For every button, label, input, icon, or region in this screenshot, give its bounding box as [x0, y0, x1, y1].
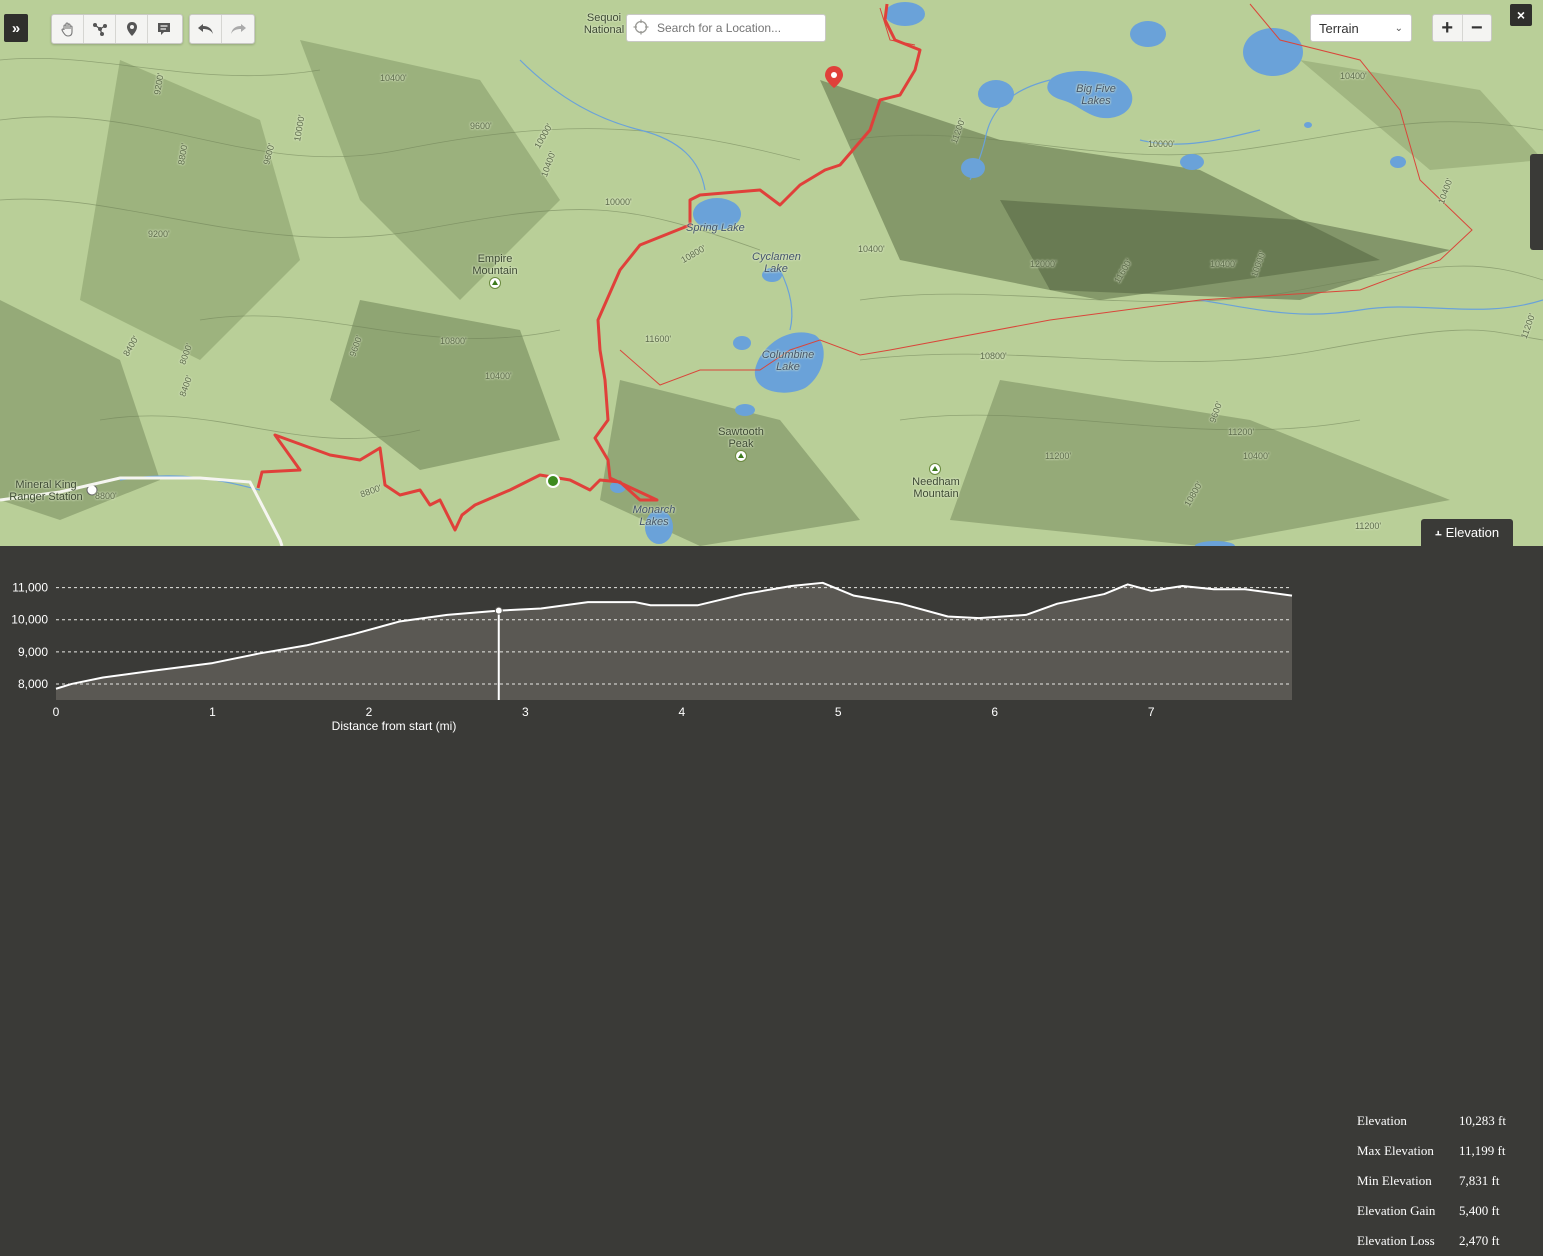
map-label-cyclamen-lake: Cyclamen Lake [752, 251, 801, 275]
x-tick-label: 2 [366, 705, 373, 719]
comment-tool-button[interactable] [148, 15, 180, 43]
stat-label: Elevation Loss [1357, 1233, 1435, 1248]
double-chevron-right-icon: » [11, 19, 21, 37]
chevron-down-icon: ⌄ [1394, 22, 1403, 34]
stat-elevation-loss: Elevation Loss 2,470 ft [1357, 1226, 1527, 1256]
map-label-empire-mountain: Empire Mountain [472, 253, 518, 277]
x-tick-label: 5 [835, 705, 842, 719]
y-tick-label: 9,000 [18, 645, 48, 659]
contour-elevation-label: 10800' [980, 351, 1007, 361]
search-input[interactable] [655, 20, 819, 36]
stat-label: Elevation [1357, 1113, 1407, 1128]
map-label-sawtooth-peak: Sawtooth Peak [718, 426, 764, 450]
undo-button[interactable] [190, 15, 222, 43]
peak-icon-empire [489, 277, 501, 289]
y-tick-label: 10,000 [11, 613, 48, 627]
elevation-toggle-tab[interactable]: ⫠ Elevation [1421, 519, 1513, 546]
contour-elevation-label: 9600' [470, 121, 492, 131]
crosshair-icon[interactable] [627, 19, 655, 38]
stat-max-elevation: Max Elevation 11,199 ft [1357, 1136, 1527, 1166]
marker-pin-icon [126, 22, 137, 36]
draw-tools-group [51, 14, 183, 44]
peak-icon-sawtooth [735, 450, 747, 462]
y-tick-label: 8,000 [18, 677, 48, 691]
contour-elevation-label: 10000' [1148, 139, 1175, 149]
contour-elevation-label: 10400' [1210, 259, 1237, 269]
expand-sidebar-button[interactable]: » [4, 14, 28, 42]
map-label-mineral-king: Mineral King Ranger Station [9, 479, 83, 503]
x-tick-label: 1 [209, 705, 216, 719]
terrain-map[interactable]: Sequoi National Spring Lake Cyclamen Lak… [0, 0, 1543, 546]
close-button[interactable]: × [1510, 4, 1532, 26]
contour-elevation-label: 10400' [1243, 451, 1270, 461]
stat-min-elevation: Min Elevation 7,831 ft [1357, 1166, 1527, 1196]
zoom-out-button[interactable]: − [1463, 15, 1492, 41]
stat-label: Max Elevation [1357, 1143, 1434, 1158]
x-tick-label: 6 [991, 705, 998, 719]
elevation-profile-chart[interactable]: 8,000 9,000 10,000 11,000 0 1 2 3 4 5 6 7 Distance f… [0, 546, 1320, 747]
contour-elevation-label: 10400' [485, 371, 512, 381]
x-axis-label: Distance from start (mi) [332, 719, 457, 733]
x-tick-label: 3 [522, 705, 529, 719]
zoom-control: + − [1432, 14, 1492, 42]
map-layer-select[interactable]: Terrain ⌄ [1310, 14, 1412, 42]
stat-value: 2,470 ft [1459, 1233, 1500, 1248]
location-search [626, 14, 826, 42]
route-tool-button[interactable] [84, 15, 116, 43]
map-layer-value: Terrain [1319, 20, 1359, 36]
contour-elevation-label: 10800' [440, 336, 467, 346]
stat-label: Elevation Gain [1357, 1203, 1436, 1218]
map-label-big-five-lakes: Big Five Lakes [1076, 83, 1116, 107]
contour-elevation-label: 10400' [1340, 71, 1367, 81]
x-tick-label: 0 [53, 705, 60, 719]
stat-value: 7,831 ft [1459, 1173, 1500, 1188]
elevation-panel: 8,000 9,000 10,000 11,000 0 1 2 3 4 5 6 7 Distance f… [0, 546, 1543, 1248]
redo-button[interactable] [222, 15, 254, 43]
stat-elevation: Elevation 10,283 ft [1357, 1106, 1527, 1136]
contour-elevation-label: 9200' [148, 229, 170, 239]
stat-value: 5,400 ft [1459, 1203, 1500, 1218]
zoom-in-button[interactable]: + [1433, 15, 1463, 41]
elevation-stats: Elevation 10,283 ft Max Elevation 11,199… [1357, 1106, 1527, 1256]
contour-elevation-label: 12000' [1030, 259, 1057, 269]
peak-icon-needham [929, 463, 941, 475]
map-label-spring-lake: Spring Lake [686, 222, 745, 234]
marker-tool-button[interactable] [116, 15, 148, 43]
map-label-sequoia: Sequoi National [583, 12, 625, 36]
contour-elevation-label: 10000' [605, 197, 632, 207]
x-tick-label: 4 [678, 705, 685, 719]
contour-elevation-label: 10400' [858, 244, 885, 254]
contour-elevation-label: 8800' [95, 491, 117, 501]
stat-value: 10,283 ft [1459, 1113, 1506, 1128]
comment-icon [158, 23, 170, 35]
pan-tool-button[interactable] [52, 15, 84, 43]
contour-elevation-label: 11600' [645, 334, 672, 344]
redo-icon [231, 24, 246, 34]
double-chevron-down-icon: ⫠ [1434, 526, 1442, 538]
contour-elevation-label: 11200' [1045, 451, 1072, 461]
elevation-cursor-point [494, 606, 503, 615]
contour-elevation-label: 10400' [380, 73, 407, 83]
side-panel-tab[interactable] [1530, 154, 1543, 250]
hand-pan-icon [60, 22, 73, 37]
elevation-tab-label: Elevation [1445, 525, 1500, 540]
map-label-needham-mountain: Needham Mountain [912, 476, 960, 500]
route-draw-icon [92, 23, 107, 36]
undo-icon [197, 24, 213, 34]
stat-elevation-gain: Elevation Gain 5,400 ft [1357, 1196, 1527, 1226]
stat-label: Min Elevation [1357, 1173, 1432, 1188]
history-group [189, 14, 255, 44]
y-tick-label: 11,000 [12, 581, 48, 595]
map-label-monarch-lakes: Monarch Lakes [632, 504, 676, 528]
contour-elevation-label: 11200' [1355, 521, 1382, 531]
contour-elevation-label: 11200' [1228, 427, 1255, 437]
elevation-area [56, 582, 1292, 700]
x-tick-label: 7 [1148, 705, 1155, 719]
map-label-columbine-lake: Columbine Lake [761, 349, 815, 373]
stat-value: 11,199 ft [1459, 1143, 1506, 1158]
